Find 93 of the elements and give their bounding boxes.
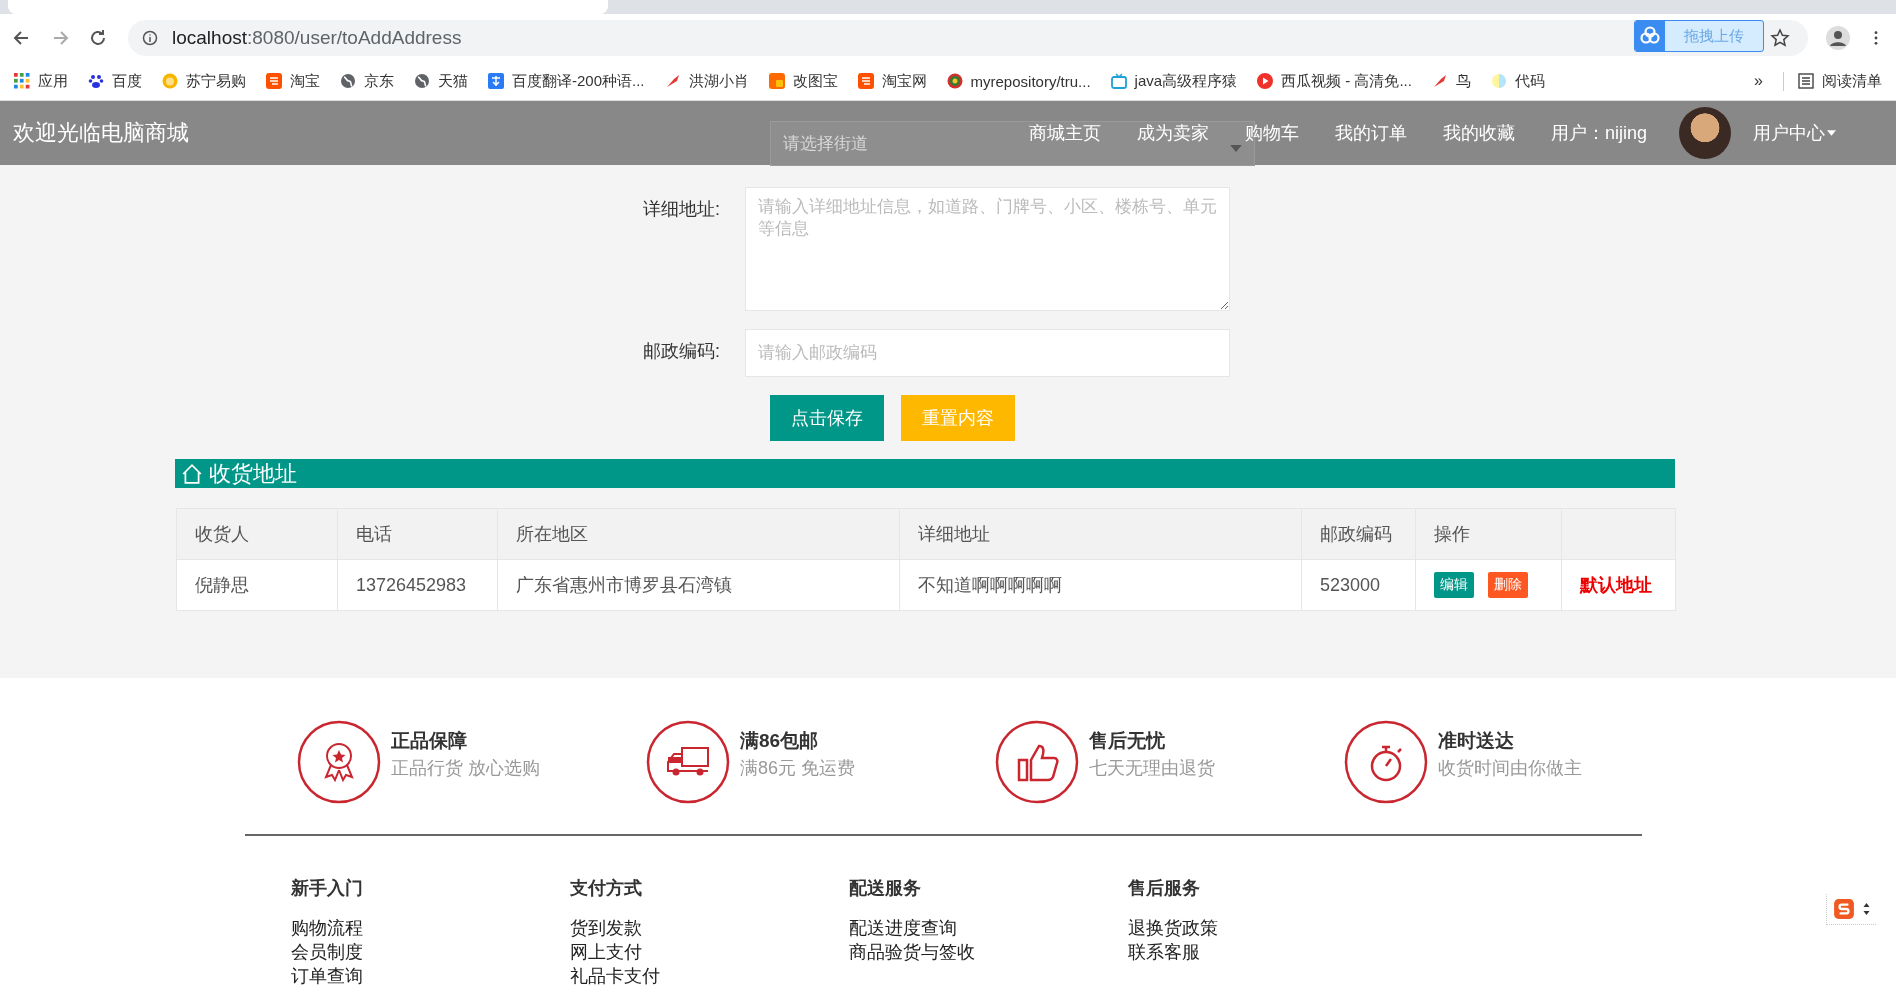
table-cell: 广东省惠州市博罗县石湾镇 <box>497 559 900 611</box>
thumbs-up-icon <box>995 720 1079 804</box>
user-center-menu[interactable]: 用户中心 <box>1753 121 1836 145</box>
reload-icon[interactable] <box>88 28 108 48</box>
table-cell: 523000 <box>1301 559 1416 611</box>
truck-icon <box>646 720 730 804</box>
bookmark-item[interactable]: 天猫 <box>414 71 468 91</box>
bookmark-item[interactable]: 鸟 <box>1431 71 1471 91</box>
footer-link[interactable]: 礼品卡支付 <box>570 964 849 988</box>
bookmark-item[interactable]: 京东 <box>340 71 394 91</box>
reading-list-item[interactable]: 阅读清单 <box>1783 71 1882 91</box>
info-icon <box>142 30 158 46</box>
shop-logo-icon <box>857 73 874 89</box>
footer-link[interactable]: 货到发款 <box>570 916 849 940</box>
bookmark-item[interactable]: 西瓜视频 - 高清免... <box>1257 71 1412 91</box>
column-header: 详细地址 <box>899 508 1302 560</box>
ring-logo-icon <box>946 73 963 89</box>
image-tool-icon <box>768 73 785 89</box>
bookmark-item[interactable]: 百度 <box>88 71 142 91</box>
footer-link[interactable]: 商品验货与签收 <box>849 940 1128 964</box>
feature-subtitle: 收货时间由你做主 <box>1438 757 1582 780</box>
section-title: 收货地址 <box>209 459 297 488</box>
footer-heading: 支付方式 <box>570 877 643 900</box>
apps-grid-icon <box>14 73 30 89</box>
list-icon <box>1798 73 1814 89</box>
feature-title: 满86包邮 <box>740 729 820 753</box>
footer-link[interactable]: 购物流程 <box>291 916 570 940</box>
column-header: 操作 <box>1415 508 1562 560</box>
caret-icon <box>1827 130 1836 136</box>
field-label: 邮政编码: <box>642 340 721 363</box>
footer-heading: 售后服务 <box>1128 877 1201 900</box>
bookmark-item[interactable]: 淘宝网 <box>857 71 927 91</box>
column-header: 邮政编码 <box>1301 508 1416 560</box>
bookmark-item[interactable]: 苏宁易购 <box>162 71 246 91</box>
shop-logo-icon <box>266 73 282 89</box>
footer-heading: 新手入门 <box>291 877 364 900</box>
column-header: 所在地区 <box>497 508 900 560</box>
half-circle-icon <box>1490 73 1507 89</box>
star-icon[interactable] <box>1770 28 1790 48</box>
profile-icon[interactable] <box>1826 26 1850 50</box>
play-icon <box>1257 73 1274 89</box>
url-text: localhost:8080/user/toAddAddress <box>172 27 462 49</box>
tv-icon <box>1110 73 1127 89</box>
default-address-label: 默认地址 <box>1580 575 1652 595</box>
paw-icon <box>88 73 104 89</box>
bookmark-item[interactable]: myrepository/tru... <box>946 72 1091 90</box>
avatar[interactable] <box>1679 107 1731 159</box>
field-label: 详细地址: <box>642 198 721 221</box>
footer-link[interactable]: 联系客服 <box>1128 940 1407 964</box>
ime-widget[interactable] <box>1826 894 1876 925</box>
table-cell: 不知道啊啊啊啊啊 <box>899 559 1302 611</box>
globe-icon <box>414 73 430 89</box>
footer-link[interactable]: 会员制度 <box>291 940 570 964</box>
bookmark-item[interactable]: 洪湖小肖 <box>664 71 749 91</box>
bookmark-item[interactable]: 改图宝 <box>768 71 838 91</box>
feature-subtitle: 正品行货 放心选购 <box>391 757 540 780</box>
address-textarea[interactable]: 请输入详细地址信息，如道路、门牌号、小区、楼栋号、单元等信息 <box>745 187 1230 311</box>
site-title: 欢迎光临电脑商城 <box>13 119 189 147</box>
column-header: 电话 <box>337 508 498 560</box>
ribbon-badge-icon <box>297 720 381 804</box>
nav-link[interactable]: 我的订单 <box>1334 121 1407 145</box>
home-icon <box>181 462 203 485</box>
caret-icon <box>1230 145 1242 152</box>
feature-subtitle: 满86元 免运费 <box>740 757 856 780</box>
updown-icon <box>1863 903 1870 915</box>
table-cell: 倪静思 <box>176 559 338 611</box>
bookmark-item[interactable]: java高级程序猿 <box>1110 71 1238 91</box>
globe-icon <box>340 73 356 89</box>
overflow-chevron[interactable]: » <box>1754 72 1763 90</box>
postcode-field[interactable]: 请输入邮政编码 <box>745 329 1230 377</box>
feature-title: 正品保障 <box>391 729 468 753</box>
footer-link[interactable]: 订单查询 <box>291 964 570 988</box>
footer-link[interactable]: 配送进度查询 <box>849 916 1128 940</box>
bookmark-item[interactable]: 百度翻译-200种语... <box>488 71 645 91</box>
save-button[interactable]: 点击保存 <box>770 395 884 441</box>
footer-heading: 配送服务 <box>849 877 922 900</box>
bookmark-item[interactable]: 淘宝 <box>266 71 320 91</box>
footer-link[interactable]: 退换货政策 <box>1128 916 1407 940</box>
stopwatch-icon <box>1344 720 1428 804</box>
bookmark-item[interactable]: 应用 <box>14 71 68 91</box>
feature-title: 售后无忧 <box>1089 729 1166 753</box>
cloud-icon <box>1635 21 1665 51</box>
feature-title: 准时送达 <box>1438 729 1515 753</box>
nav-link[interactable]: 用户：nijing <box>1550 121 1647 145</box>
bookmark-item[interactable]: 代码 <box>1490 71 1545 91</box>
feature-subtitle: 七天无理由退货 <box>1089 757 1215 780</box>
table-cell: 13726452983 <box>337 559 498 611</box>
nav-link[interactable]: 我的收藏 <box>1442 121 1515 145</box>
footer-link[interactable]: 网上支付 <box>570 940 849 964</box>
edit-button[interactable]: 编辑 <box>1434 572 1474 598</box>
translate-icon <box>488 73 504 89</box>
input-method-icon <box>1833 898 1855 920</box>
column-header: 收货人 <box>176 508 338 560</box>
